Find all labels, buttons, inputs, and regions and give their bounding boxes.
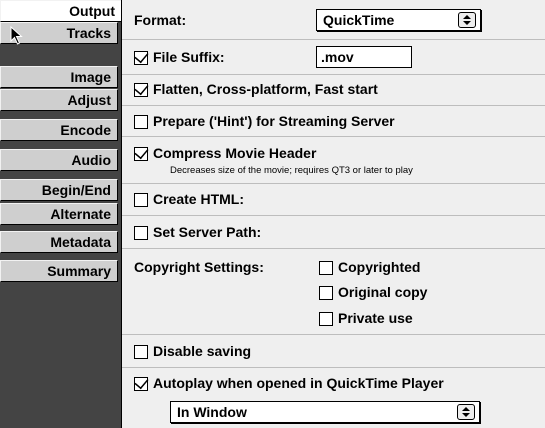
server-path-row: Set Server Path:	[122, 216, 545, 249]
server-path-label: Set Server Path:	[153, 224, 262, 240]
tab-tracks-label: Tracks	[66, 25, 111, 41]
compress-note: Decreases size of the movie; requires QT…	[170, 165, 413, 176]
arrow-cursor-icon	[10, 26, 23, 45]
compress-label: Compress Movie Header	[153, 145, 317, 161]
compress-checkbox[interactable]	[134, 147, 148, 161]
copyright-label: Copyright Settings:	[134, 259, 264, 275]
file-suffix-input[interactable]: .mov	[316, 46, 412, 68]
copyrighted-checkbox[interactable]	[319, 261, 333, 275]
disable-saving-label: Disable saving	[153, 343, 252, 359]
private-use-label: Private use	[338, 310, 413, 326]
private-use-checkbox[interactable]	[319, 312, 333, 326]
compress-row: Compress Movie Header Decreases size of …	[122, 137, 545, 184]
tab-tracks[interactable]: Tracks	[0, 22, 118, 45]
format-row: Format: QuickTime	[122, 0, 545, 40]
tab-summary[interactable]: Summary	[0, 260, 118, 282]
disable-saving-row: Disable saving	[122, 335, 545, 368]
tab-audio[interactable]: Audio	[0, 149, 118, 171]
create-html-row: Create HTML:	[122, 184, 545, 216]
server-path-checkbox[interactable]	[134, 226, 148, 240]
tab-output-label: Output	[69, 3, 115, 19]
format-popup[interactable]: QuickTime	[316, 9, 481, 31]
tab-image[interactable]: Image	[0, 66, 118, 88]
tab-alternate[interactable]: Alternate	[0, 203, 118, 225]
original-copy-label: Original copy	[338, 284, 428, 300]
tab-metadata[interactable]: Metadata	[0, 231, 118, 253]
tab-encode[interactable]: Encode	[0, 119, 118, 141]
flatten-checkbox[interactable]	[134, 83, 148, 97]
autoplay-mode-value: In Window	[177, 404, 247, 420]
file-suffix-label: File Suffix:	[153, 49, 225, 65]
tab-alternate-label: Alternate	[50, 206, 111, 222]
tab-encode-label: Encode	[60, 122, 111, 138]
settings-panel: Format: QuickTime File Suffix: .mov Flat…	[121, 0, 545, 428]
popup-arrows-icon	[457, 404, 475, 420]
prepare-row: Prepare ('Hint') for Streaming Server	[122, 106, 545, 137]
tab-adjust[interactable]: Adjust	[0, 89, 118, 111]
format-value: QuickTime	[323, 12, 395, 28]
copyright-row: Copyright Settings: Copyrighted Original…	[122, 249, 545, 335]
sidebar: Output Tracks Image Adjust Encode Audio …	[0, 0, 121, 428]
disable-saving-checkbox[interactable]	[134, 345, 148, 359]
autoplay-mode-popup[interactable]: In Window	[170, 401, 480, 423]
tab-audio-label: Audio	[71, 152, 111, 168]
tab-output[interactable]: Output	[0, 0, 121, 22]
autoplay-checkbox[interactable]	[134, 377, 148, 391]
prepare-label: Prepare ('Hint') for Streaming Server	[153, 113, 395, 129]
tab-summary-label: Summary	[47, 263, 111, 279]
copyrighted-label: Copyrighted	[338, 259, 421, 275]
tab-metadata-label: Metadata	[50, 234, 111, 250]
flatten-row: Flatten, Cross-platform, Fast start	[122, 75, 545, 106]
file-suffix-checkbox[interactable]	[134, 51, 148, 65]
flatten-label: Flatten, Cross-platform, Fast start	[153, 81, 378, 97]
autoplay-row: Autoplay when opened in QuickTime Player…	[122, 368, 545, 428]
tab-begin-end[interactable]: Begin/End	[0, 179, 118, 201]
tab-begin-end-label: Begin/End	[41, 182, 111, 198]
popup-arrows-icon	[458, 12, 476, 28]
create-html-label: Create HTML:	[153, 191, 245, 207]
tab-image-label: Image	[70, 69, 111, 85]
tab-adjust-label: Adjust	[67, 92, 111, 108]
original-copy-checkbox[interactable]	[319, 286, 333, 300]
prepare-checkbox[interactable]	[134, 115, 148, 129]
file-suffix-row: File Suffix: .mov	[122, 40, 545, 75]
create-html-checkbox[interactable]	[134, 193, 148, 207]
autoplay-label: Autoplay when opened in QuickTime Player	[153, 375, 444, 391]
format-label: Format:	[134, 12, 187, 28]
